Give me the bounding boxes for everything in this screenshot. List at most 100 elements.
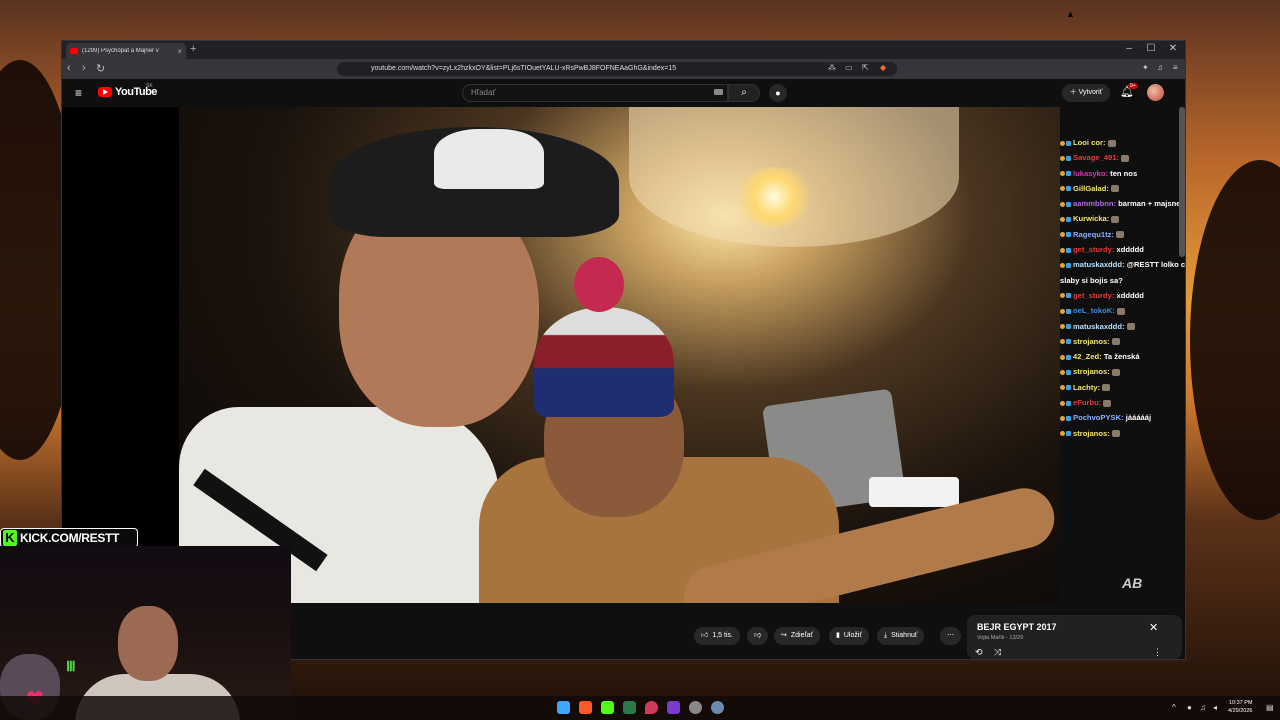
hamburger-menu-icon[interactable]: ≡ [75,87,82,99]
brave-shield-icon[interactable]: ◆ [880,63,886,72]
start-icon[interactable] [557,701,570,714]
share-page-icon[interactable]: ⇱ [862,63,869,72]
thumbs-up-icon: 👍︎ [701,632,709,639]
chat-message: strojanos: [1060,426,1185,441]
video-cap-front [434,129,544,189]
playlist-close-icon[interactable]: ✕ [1149,621,1158,634]
chat-badge-icon [1066,354,1071,360]
search-button[interactable]: ⌕ [728,84,760,102]
chat-badge-icon [1066,140,1071,146]
tab-bar: (1299) Psychopat a Majner v × + – ☐ ✕ [62,41,1185,59]
clock[interactable]: 10:37 PM 4/29/2026 [1228,699,1252,715]
chat-badge-icon [1066,400,1071,406]
chat-username: GillGalad: [1073,183,1109,193]
chat-username: lukasyko: [1073,168,1109,178]
chat-badge-icon [1060,415,1065,421]
playlist-panel[interactable]: BEJR EGYPT 2017 Vojta Mařík - 13/29 ✕ ⟲ … [967,615,1182,659]
media-icon[interactable]: ♫ [1157,63,1163,72]
more-actions-button[interactable]: ⋯ [940,627,961,645]
chat-badge-icon [1066,216,1071,222]
chat-text: jáááááj [1125,413,1152,423]
chat-emote-icon [1116,307,1125,315]
video-light-bulb [734,167,814,227]
chat-message: Lachty: [1060,380,1185,395]
tray-mic-icon[interactable]: ● [1187,703,1192,712]
desktop: (1299) Psychopat a Majner v × + – ☐ ✕ ‹ … [0,0,1280,720]
chat-emote-icon [1111,368,1120,376]
chat-badge-icon [1066,324,1071,330]
chat-username: matuskaxddd: [1073,321,1125,331]
account-avatar[interactable] [1147,84,1164,101]
stream-chat-overlay: Looi cor: Savage_491: lukasyko: ten nos G… [1060,135,1185,445]
tray-headset-icon[interactable]: ♫ [1200,703,1206,712]
share-button[interactable]: ↪ Zdieľať [774,627,821,645]
app-purple-icon[interactable] [667,701,680,714]
shuffle-icon[interactable]: ⤨ [994,647,1001,658]
maps-icon[interactable] [645,701,658,714]
brave-browser-icon[interactable] [579,701,592,714]
close-window-button[interactable]: ✕ [1162,43,1184,54]
chat-badge-icon [1060,232,1065,238]
like-button[interactable]: 👍︎ 1,5 tis. [694,627,740,645]
settings-gear-icon[interactable] [711,701,724,714]
kick-banner: K KICK.COM/RESTT [0,528,138,548]
playlist-more-icon[interactable]: ⋮ [1153,647,1162,658]
chat-message: get_sturdy: xddddd [1060,242,1185,257]
chat-badge-icon [1060,216,1065,222]
like-count: 1,5 tis. [712,632,733,639]
tab-close-icon[interactable]: × [177,47,182,56]
translate-icon[interactable]: ⁂ [828,63,836,72]
chat-username: aammbbnn: [1073,199,1117,209]
watermark-logo: AB [1122,575,1143,591]
page-scrollbar[interactable] [1179,107,1185,257]
chat-badge-icon [1066,431,1071,437]
search-input[interactable]: Hľadať [462,84,728,102]
extensions-icon[interactable]: ✦ [1142,63,1149,72]
chat-username: Looi cor: [1073,138,1106,147]
tab-youtube[interactable]: (1299) Psychopat a Majner v × [66,43,186,59]
chat-username: 42_Zed: [1073,352,1102,362]
chat-message: aammbbnn: barman + majsner = VL [1060,196,1185,211]
kick-app-icon[interactable] [601,701,614,714]
chat-message: slaby si bojis sa? [1060,273,1185,288]
app-gamepad-icon[interactable] [689,701,702,714]
video-player[interactable] [62,107,1060,603]
chat-message: GillGalad: [1060,181,1185,196]
notification-center-icon[interactable]: ▤ [1266,703,1274,712]
dislike-button[interactable]: 👎︎ [747,627,769,645]
chat-badge-icon [1066,201,1071,207]
forward-icon[interactable]: › [82,62,86,74]
new-tab-button[interactable]: + [190,43,196,55]
playlist-title[interactable]: BEJR EGYPT 2017 [977,622,1057,632]
search-icon: ⌕ [741,87,747,98]
save-button[interactable]: ▮ Uložiť [829,627,870,645]
chat-badge-icon [1060,262,1065,268]
loop-icon[interactable]: ⟲ [975,647,983,658]
chat-badge-icon [1060,400,1065,406]
back-icon[interactable]: ‹ [67,62,71,74]
url-field[interactable]: youtube.com/watch?v=zyLx2hzkxOY&list=PLj… [337,62,897,76]
tray-chevron-icon[interactable]: ^ [1172,703,1176,712]
maximize-button[interactable]: ☐ [1140,43,1162,54]
tray-volume-icon[interactable]: ◂ [1213,703,1217,712]
reload-icon[interactable]: ↻ [96,62,105,75]
save-icon: ▮ [836,632,840,639]
chat-message: Ragequ1tz: [1060,227,1185,242]
video-frame[interactable] [179,107,1060,603]
create-button[interactable]: ＋ Vytvoriť [1062,84,1110,102]
terminal-icon[interactable] [623,701,636,714]
voice-search-button[interactable]: ● [769,84,787,102]
video-beanie-pompom [574,257,624,312]
chat-badge-icon [1060,385,1065,391]
minimize-button[interactable]: – [1118,43,1140,54]
chat-message: PochvoPYSK: jáááááj [1060,410,1185,425]
chat-username: oeL_tokoK: [1073,306,1115,316]
chat-emote-icon [1103,399,1112,407]
cast-icon[interactable]: ▭ [845,63,853,72]
playlist-subtitle: Vojta Mařík - 13/29 [977,635,1024,641]
download-button[interactable]: ⤓ Stiahnuť [877,627,925,645]
keyboard-icon[interactable] [714,89,723,95]
menu-icon[interactable]: ≡ [1173,63,1178,72]
chat-username: PochvoPYSK: [1073,413,1124,423]
chat-username: Lachty: [1073,382,1101,392]
